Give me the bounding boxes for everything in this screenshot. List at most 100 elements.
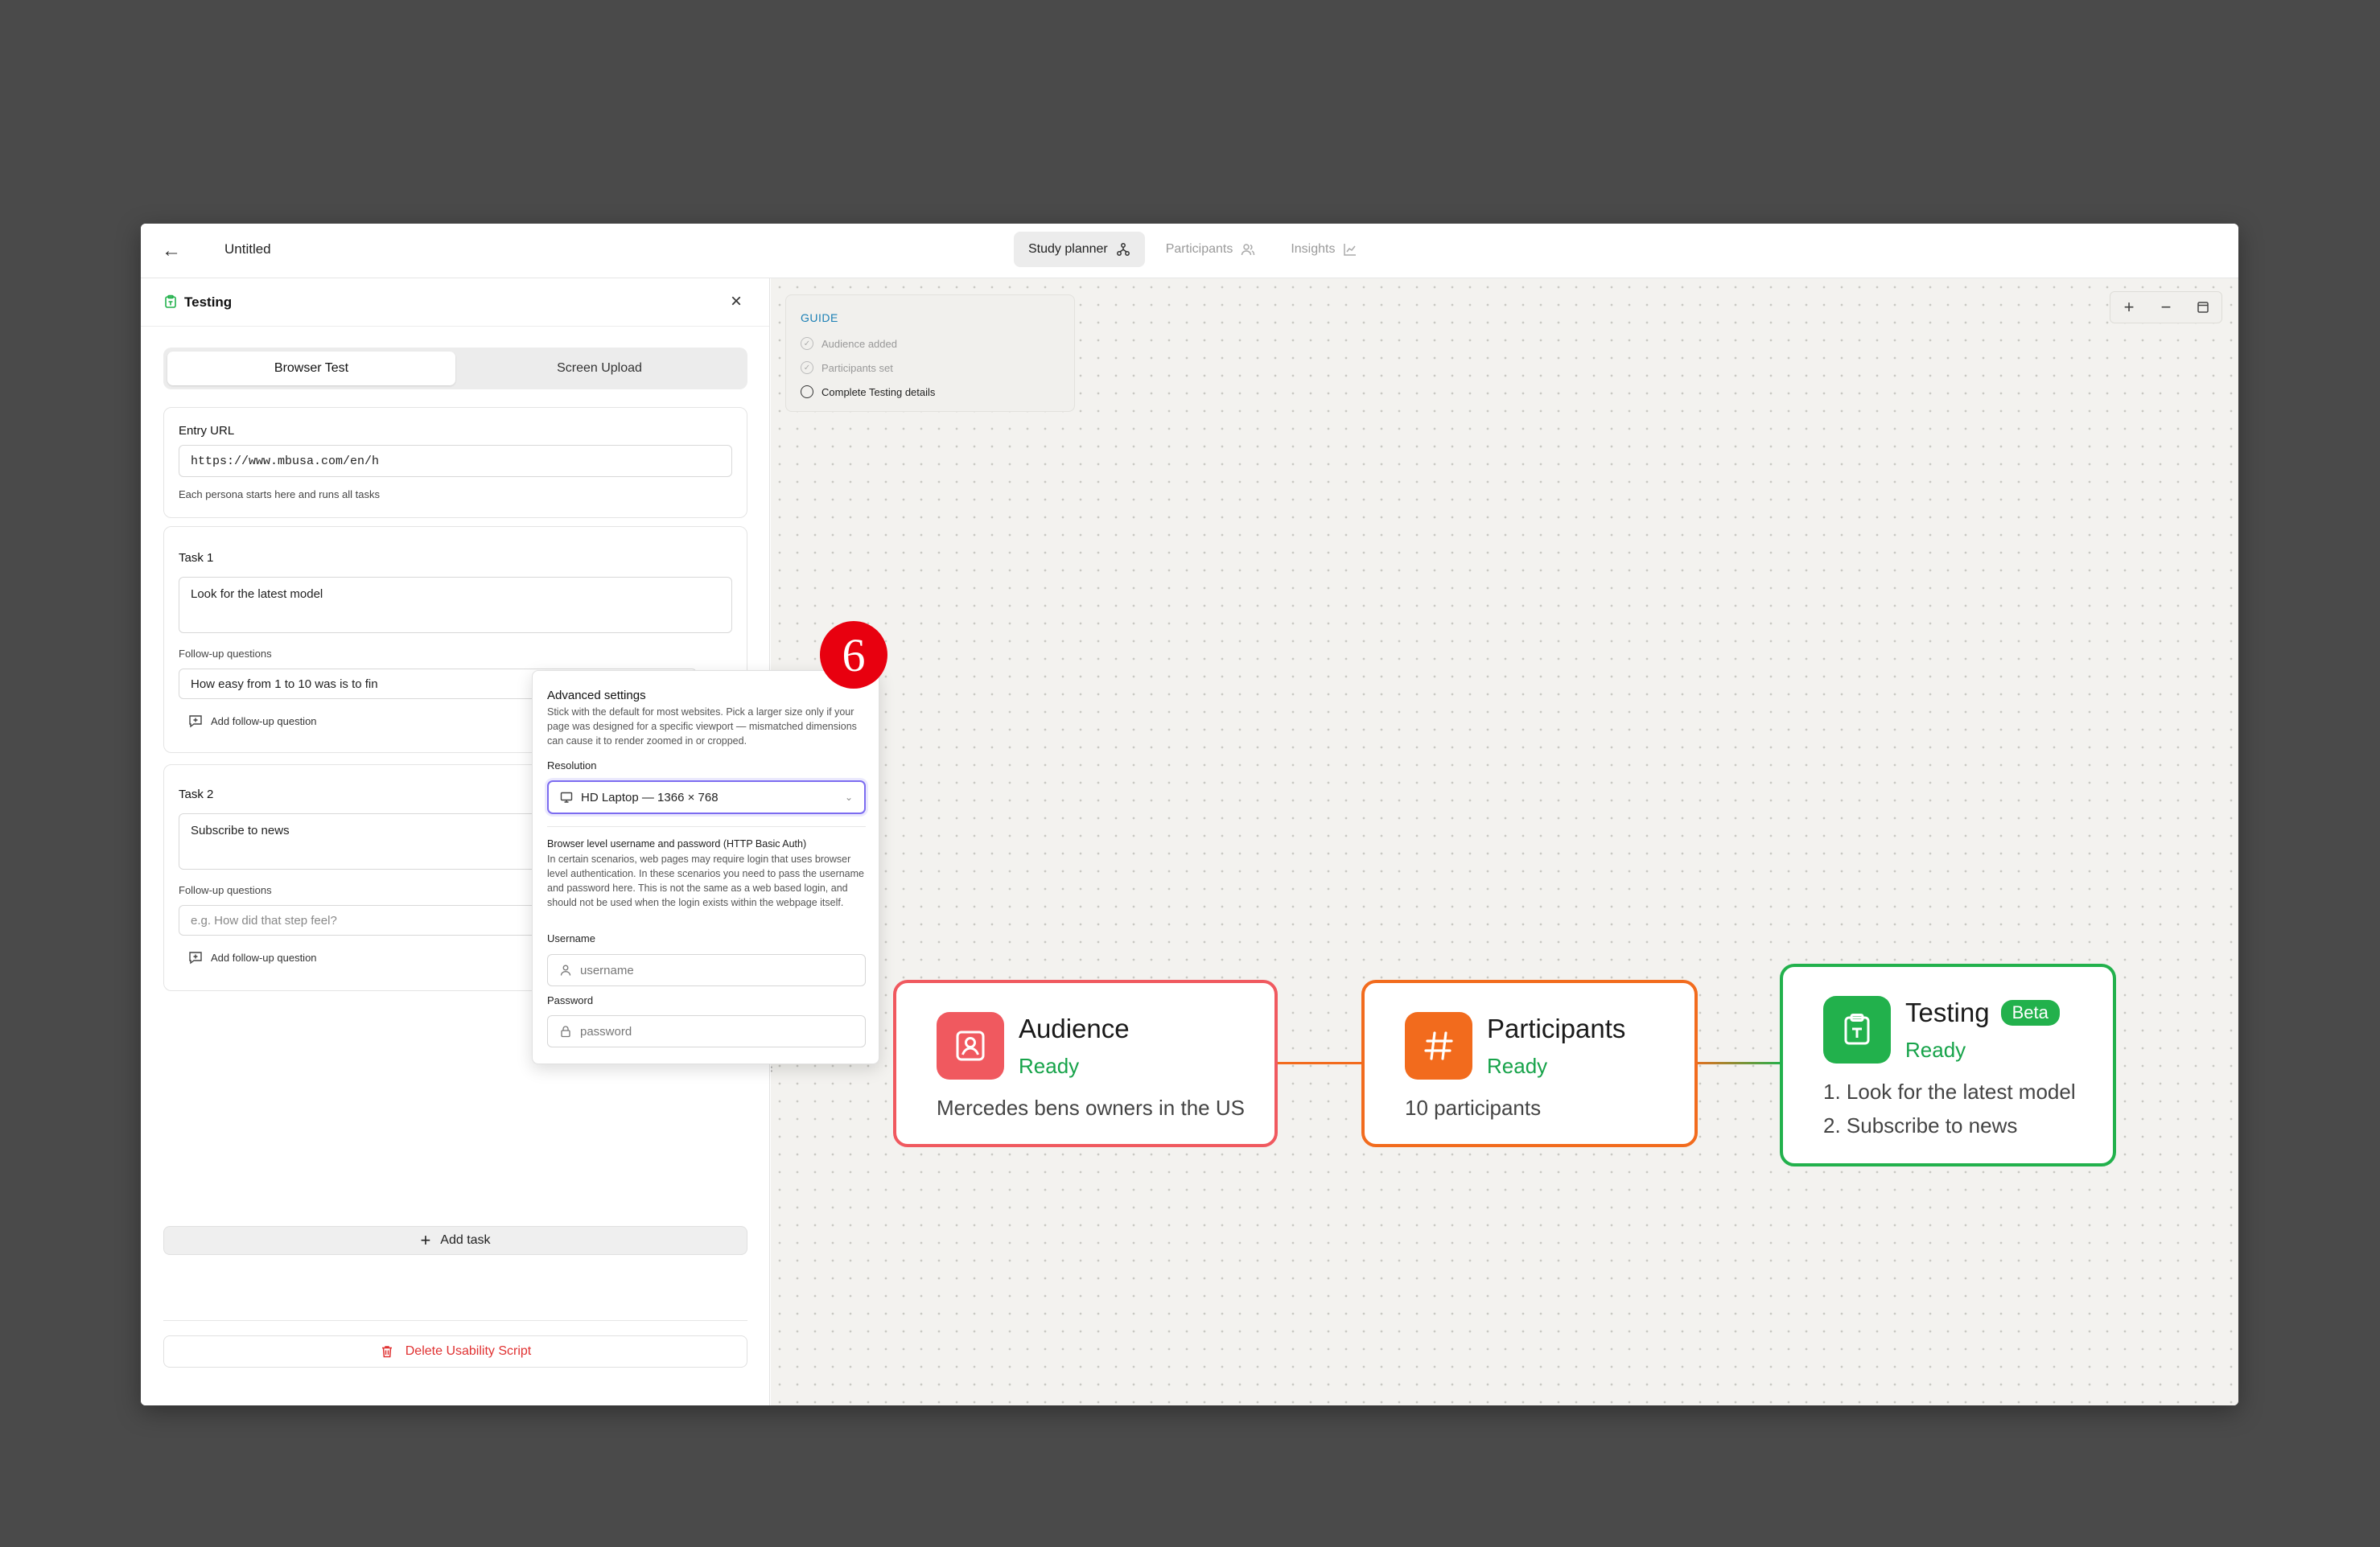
clipboard-icon bbox=[1844, 1014, 1870, 1045]
username-input[interactable]: username bbox=[547, 954, 866, 986]
guide-panel: GUIDE ✓ Audience added ✓ Participants se… bbox=[785, 294, 1075, 412]
participants-node[interactable]: Participants Ready 10 participants bbox=[1361, 980, 1698, 1147]
participants-icon-box bbox=[1405, 1012, 1472, 1080]
step-number-badge: 6 bbox=[820, 621, 887, 689]
nav-tabs: Study planner Participants Insights bbox=[1014, 232, 1372, 267]
add-followup-button[interactable]: Add follow-up question bbox=[188, 714, 317, 728]
node-title: Participants bbox=[1487, 1014, 1626, 1043]
followup-value: How easy from 1 to 10 was is to fin bbox=[191, 677, 378, 691]
back-arrow-icon[interactable]: ← bbox=[160, 240, 183, 262]
audience-icon-box bbox=[937, 1012, 1004, 1080]
screen-upload-tab[interactable]: Screen Upload bbox=[455, 352, 743, 385]
entry-url-card: Entry URL https://www.mbusa.com/en/h Eac… bbox=[163, 407, 747, 518]
guide-item-participants: ✓ Participants set bbox=[801, 361, 893, 374]
task-text: Subscribe to news bbox=[191, 824, 290, 837]
entry-url-value: https://www.mbusa.com/en/h bbox=[191, 454, 380, 468]
flow-icon bbox=[1116, 243, 1130, 256]
node-status: Ready bbox=[1487, 1054, 1548, 1078]
node-status: Ready bbox=[1019, 1054, 1080, 1078]
tab-label: Study planner bbox=[1028, 242, 1108, 256]
test-type-toggle: Browser Test Screen Upload bbox=[163, 348, 747, 389]
check-circle-icon: ✓ bbox=[801, 337, 813, 350]
panel-title: Testing bbox=[184, 294, 233, 310]
node-description: 10 participants bbox=[1405, 1096, 1542, 1120]
basic-auth-title: Browser level username and password (HTT… bbox=[547, 838, 807, 850]
password-input[interactable]: password bbox=[547, 1015, 866, 1047]
user-icon bbox=[560, 965, 571, 976]
lock-icon bbox=[561, 1026, 570, 1038]
advanced-settings-popover: Advanced settings Stick with the default… bbox=[532, 670, 879, 1064]
chevron-down-icon: ⌄ bbox=[844, 792, 853, 803]
node-status: Ready bbox=[1905, 1038, 1966, 1062]
tab-study-planner[interactable]: Study planner bbox=[1014, 232, 1145, 267]
contact-icon bbox=[956, 1031, 985, 1061]
guide-item-label: Complete Testing details bbox=[821, 385, 936, 398]
node-description: Mercedes bens owners in the US bbox=[937, 1096, 1245, 1120]
fit-view-button[interactable] bbox=[2184, 292, 2221, 323]
tab-insights[interactable]: Insights bbox=[1276, 232, 1372, 267]
resolution-label: Resolution bbox=[547, 759, 597, 771]
beta-badge: Beta bbox=[2000, 1000, 2060, 1026]
divider bbox=[163, 1320, 747, 1321]
username-placeholder: username bbox=[580, 963, 634, 977]
advanced-settings-desc: Stick with the default for most websites… bbox=[547, 706, 857, 747]
comment-plus-icon bbox=[189, 952, 202, 965]
node-title-text: Testing bbox=[1905, 998, 1990, 1027]
guide-item-testing[interactable]: Complete Testing details bbox=[801, 385, 935, 398]
task-text-input[interactable]: Look for the latest model bbox=[179, 577, 732, 633]
add-task-label: Add task bbox=[440, 1233, 491, 1247]
fit-view-icon bbox=[2197, 302, 2209, 313]
browser-test-tab[interactable]: Browser Test bbox=[167, 352, 455, 385]
delete-script-label: Delete Usability Script bbox=[405, 1344, 532, 1358]
task-label: Task 2 bbox=[179, 788, 214, 801]
plus-icon: + bbox=[420, 1230, 431, 1250]
node-task-line: 2. Subscribe to news bbox=[1823, 1113, 2018, 1138]
guide-item-label: Audience added bbox=[821, 337, 897, 350]
basic-auth-desc: In certain scenarios, web pages may requ… bbox=[547, 854, 865, 908]
advanced-settings-title: Advanced settings bbox=[547, 689, 646, 702]
chart-icon bbox=[1344, 244, 1357, 256]
node-task-line: 1. Look for the latest model bbox=[1823, 1080, 2076, 1104]
username-label: Username bbox=[547, 932, 595, 944]
users-icon bbox=[1241, 244, 1255, 256]
document-title[interactable]: Untitled bbox=[224, 241, 271, 257]
zoom-out-button[interactable]: − bbox=[2147, 292, 2184, 323]
tab-label: Participants bbox=[1165, 242, 1233, 256]
comment-plus-icon bbox=[189, 715, 202, 728]
audience-node[interactable]: Audience Ready Mercedes bens owners in t… bbox=[893, 980, 1278, 1147]
zoom-in-button[interactable]: + bbox=[2110, 292, 2147, 323]
password-label: Password bbox=[547, 994, 594, 1006]
add-followup-label: Add follow-up question bbox=[211, 951, 317, 964]
tab-label: Insights bbox=[1291, 242, 1336, 256]
guide-item-label: Participants set bbox=[821, 361, 893, 374]
close-icon[interactable]: × bbox=[724, 290, 748, 314]
delete-script-button[interactable]: Delete Usability Script bbox=[163, 1335, 747, 1368]
guide-title: GUIDE bbox=[801, 311, 838, 324]
flow-canvas[interactable]: GUIDE ✓ Audience added ✓ Participants se… bbox=[771, 278, 2238, 1405]
task-label: Task 1 bbox=[179, 551, 214, 565]
tab-participants[interactable]: Participants bbox=[1151, 232, 1270, 267]
followup-label: Follow-up questions bbox=[179, 884, 272, 896]
zoom-controls: + − bbox=[2110, 291, 2222, 323]
empty-circle-icon bbox=[801, 385, 813, 398]
guide-item-audience: ✓ Audience added bbox=[801, 337, 897, 350]
entry-url-input[interactable]: https://www.mbusa.com/en/h bbox=[179, 445, 732, 477]
clipboard-icon bbox=[165, 294, 176, 308]
add-followup-label: Add follow-up question bbox=[211, 714, 317, 727]
top-bar: ← Untitled Study planner Participants In… bbox=[141, 224, 2238, 278]
entry-url-hint: Each persona starts here and runs all ta… bbox=[179, 488, 381, 500]
resolution-value: HD Laptop — 1366 × 768 bbox=[581, 790, 719, 804]
add-followup-button[interactable]: Add follow-up question bbox=[188, 950, 317, 965]
followup-placeholder: e.g. How did that step feel? bbox=[191, 913, 337, 928]
hash-icon bbox=[1424, 1031, 1453, 1060]
resolution-select[interactable]: HD Laptop — 1366 × 768 ⌄ bbox=[547, 780, 866, 814]
password-placeholder: password bbox=[580, 1024, 632, 1039]
testing-node[interactable]: Testing Beta Ready 1. Look for the latest… bbox=[1780, 964, 2116, 1166]
node-title: Audience bbox=[1019, 1014, 1130, 1043]
app-window: ← Untitled Study planner Participants In… bbox=[141, 224, 2238, 1405]
followup-label: Follow-up questions bbox=[179, 648, 272, 660]
task-text: Look for the latest model bbox=[191, 587, 323, 601]
node-title: Testing Beta bbox=[1905, 998, 2060, 1028]
testing-icon-box bbox=[1823, 996, 1891, 1064]
add-task-button[interactable]: + Add task bbox=[163, 1226, 747, 1255]
